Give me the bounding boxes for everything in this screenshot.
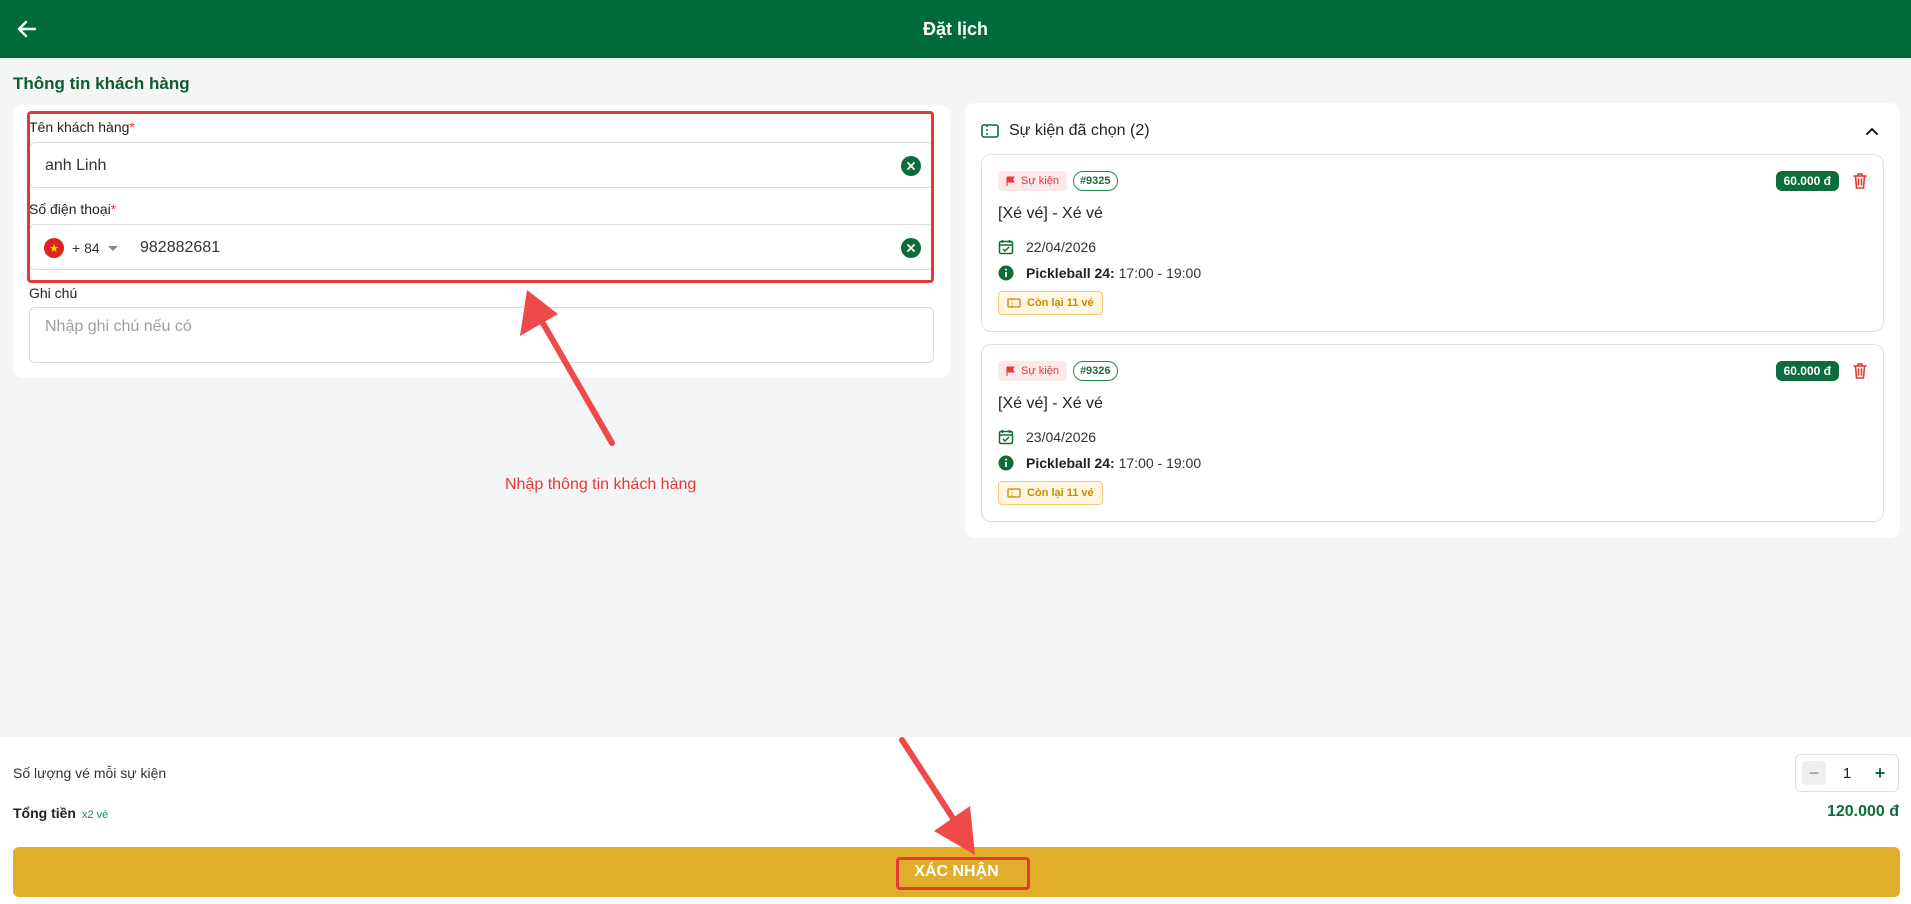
qty-value: 1 [1842,764,1852,782]
ticket-icon [1007,298,1021,308]
trash-icon[interactable] [1849,169,1871,193]
event-tag: Sự kiện [998,361,1067,381]
confirm-button[interactable]: XÁC NHẬN [13,847,1900,897]
flag-icon [1006,176,1015,186]
flag-icon [1006,366,1015,376]
ticket-icon [1007,488,1021,498]
note-label: Ghi chú [29,285,78,301]
event-title: [Xé vé] - Xé vé [998,205,1103,222]
vietnam-flag-icon: ★ [44,238,64,258]
country-code-select[interactable]: ★ + 84 [44,238,118,258]
event-price: 60.000 đ [1775,361,1839,381]
phone-value: 982882681 [140,239,221,256]
ticket-icon [981,124,999,138]
phone-label: Số điện thoại* [29,201,117,217]
minus-button[interactable]: − [1802,761,1826,785]
total-label: Tổng tiền x2 vé [13,805,109,821]
remaining-tickets-badge: Còn lại 11 vé [998,291,1103,315]
event-tag: Sự kiện [998,171,1067,191]
page-title: Đặt lịch [922,19,988,39]
clear-phone-icon[interactable] [901,238,921,258]
name-label: Tên khách hàng* [29,119,135,135]
confirm-label: XÁC NHẬN [914,863,999,880]
selected-events-title: Sự kiện đã chọn (2) [1009,122,1150,139]
ticket-count: x2 vé [82,809,109,821]
customer-name-input[interactable]: anh Linh [29,142,934,188]
event-time-row: Pickleball 24: 17:00 - 19:00 [998,455,1201,471]
annotation-text: Nhập thông tin khách hàng [505,476,697,493]
country-code-value: + 84 [72,240,100,256]
footer-bar: Số lượng vé mỗi sự kiện − 1 + Tổng tiền x… [0,737,1911,904]
note-textarea[interactable]: Nhập ghi chú nếu có [29,307,934,363]
event-price: 60.000 đ [1775,171,1839,191]
trash-icon[interactable] [1849,359,1871,383]
info-icon [998,265,1014,281]
phone-input[interactable]: ★ + 84 982882681 [29,224,934,270]
customer-section-title: Thông tin khách hàng [13,74,190,93]
chevron-up-icon[interactable] [1860,119,1884,143]
quantity-stepper: − 1 + [1795,754,1899,792]
event-title: [Xé vé] - Xé vé [998,395,1103,412]
selected-events-card: Sự kiện đã chọn (2) Sự kiện #9325 60.000… [965,103,1900,538]
calendar-check-icon [998,240,1014,255]
caret-down-icon [107,245,118,251]
customer-name-value: anh Linh [45,157,107,174]
event-id-badge: #9325 [1072,171,1118,191]
plus-button[interactable]: + [1868,761,1892,785]
calendar-check-icon [998,430,1014,445]
selected-events-header: Sự kiện đã chọn (2) [981,119,1150,143]
top-bar: Đặt lịch [0,0,1911,58]
event-id-badge: #9326 [1072,361,1118,381]
event-card: Sự kiện #9326 60.000 đ [Xé vé] - Xé vé 2… [981,344,1884,522]
remaining-tickets-badge: Còn lại 11 vé [998,481,1103,505]
info-icon [998,455,1014,471]
event-time-row: Pickleball 24: 17:00 - 19:00 [998,265,1201,281]
customer-info-card: Tên khách hàng* anh Linh Số điện thoại* … [13,105,950,378]
event-date-row: 23/04/2026 [998,429,1096,445]
clear-name-icon[interactable] [901,156,921,176]
total-value: 120.000 đ [1826,803,1899,820]
event-date-row: 22/04/2026 [998,239,1096,255]
qty-label: Số lượng vé mỗi sự kiện [13,765,167,781]
event-card: Sự kiện #9325 60.000 đ [Xé vé] - Xé vé 2… [981,154,1884,332]
